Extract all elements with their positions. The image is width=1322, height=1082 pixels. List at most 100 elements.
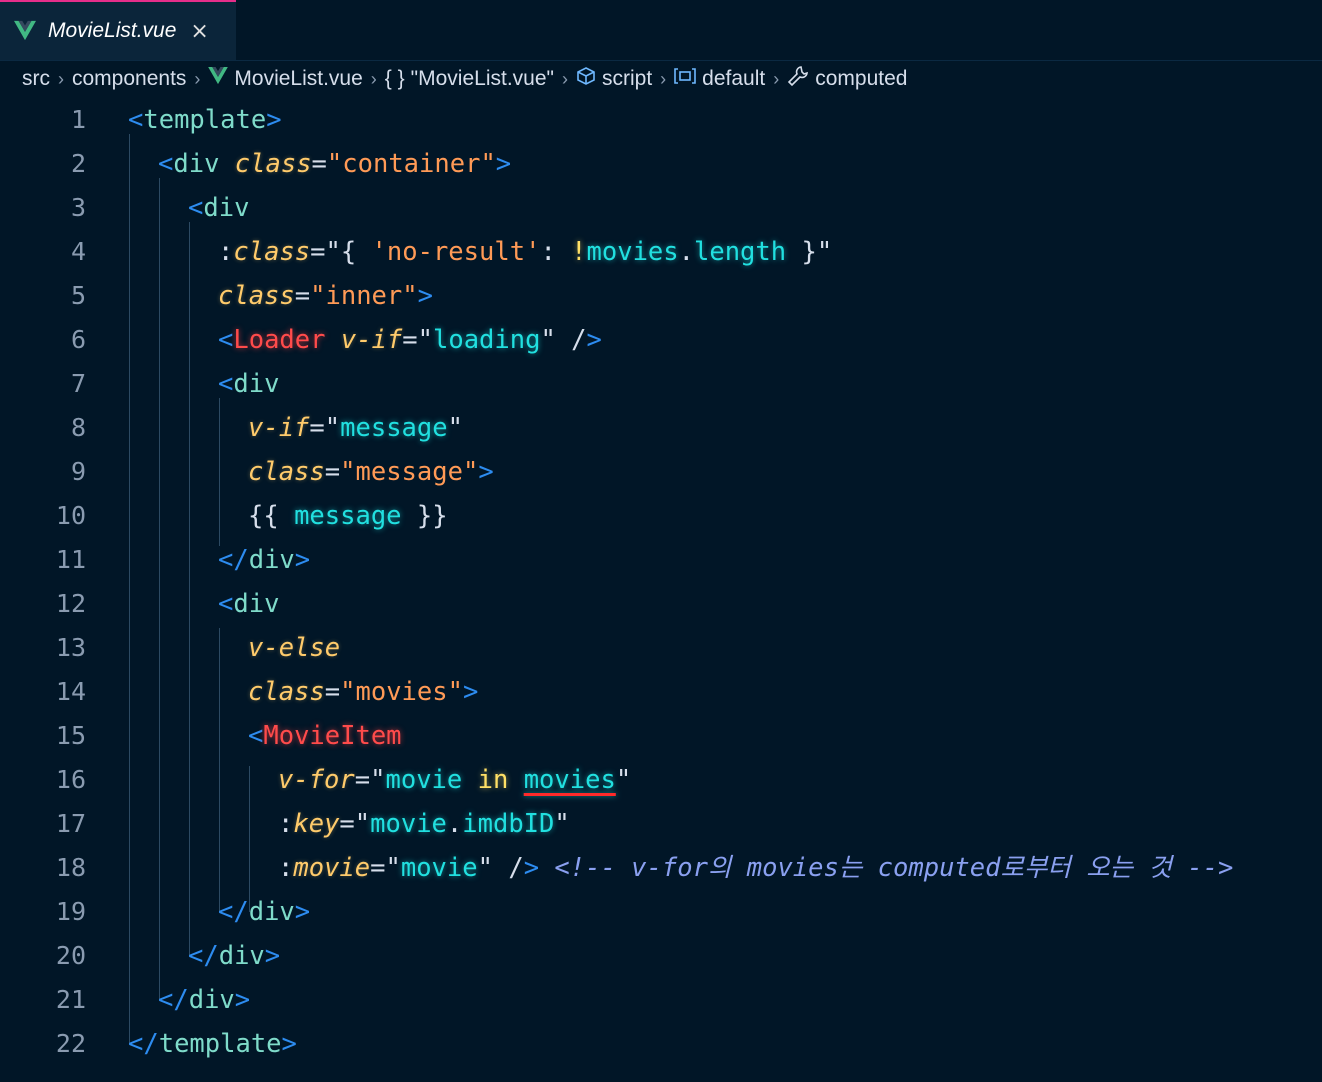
code-line: 22 </template>	[0, 1022, 1322, 1066]
tab-bar: MovieList.vue ×	[0, 0, 1322, 61]
code-text: :class="{ 'no-result': !movies.length }"	[218, 237, 833, 267]
js-identifier: movies	[586, 237, 679, 267]
tag-name: div	[173, 149, 220, 179]
attr-name: class	[233, 237, 311, 267]
code-text: </div>	[158, 985, 251, 1015]
breadcrumb-components[interactable]: components	[72, 67, 186, 91]
code-line: 12 <div	[0, 582, 1322, 626]
component-name: MovieItem	[263, 721, 402, 751]
tag-name: div	[248, 545, 295, 575]
attr-value: message	[355, 457, 463, 487]
code-text: class="movies">	[248, 677, 479, 707]
code-line: 15 <MovieItem	[0, 714, 1322, 758]
vue-file-icon	[208, 67, 229, 91]
line-number: 22	[55, 1029, 86, 1058]
close-icon[interactable]: ×	[190, 19, 208, 44]
code-line: 3 <div	[0, 186, 1322, 230]
code-text: <div	[188, 193, 250, 223]
code-text: class="message">	[248, 457, 494, 487]
attr-name: movie	[293, 853, 371, 883]
js-identifier: message	[294, 501, 402, 531]
code-text: <MovieItem	[248, 721, 402, 751]
line-number: 7	[70, 369, 86, 398]
line-number: 18	[55, 853, 86, 882]
code-line: 7 <div	[0, 362, 1322, 406]
tag-name: template	[143, 105, 267, 135]
chevron-right-icon: ›	[773, 68, 780, 89]
code-text: </template>	[128, 1029, 297, 1059]
code-line: 2 <div class="container">	[0, 142, 1322, 186]
code-line: 16 v-for="movie in movies"	[0, 758, 1322, 802]
code-text: v-if="message"	[248, 413, 463, 443]
tag-name: div	[203, 193, 250, 223]
line-number: 5	[70, 281, 86, 310]
code-line: 8 v-if="message"	[0, 406, 1322, 450]
line-number: 4	[70, 237, 86, 266]
code-text: <div class="container">	[158, 149, 512, 179]
tag-name: div	[218, 941, 265, 971]
code-line: 18 :movie="movie" /> <!-- v-for의 movies는…	[0, 846, 1322, 890]
js-property: length	[694, 237, 787, 267]
code-line: 14 class="movies">	[0, 670, 1322, 714]
line-number: 2	[70, 149, 86, 178]
code-line: 11 </div>	[0, 538, 1322, 582]
attr-name: class	[234, 149, 312, 179]
code-text: </div>	[218, 897, 311, 927]
variable-icon	[674, 67, 696, 91]
code-text: v-else	[248, 626, 340, 670]
code-line: 4 :class="{ 'no-result': !movies.length …	[0, 230, 1322, 274]
code-text: </div>	[188, 941, 281, 971]
js-identifier-error[interactable]: movies	[524, 765, 616, 795]
line-number: 15	[55, 721, 86, 750]
code-text: <template>	[128, 105, 282, 135]
line-number: 14	[55, 677, 86, 706]
tag-name: template	[158, 1029, 282, 1059]
not-operator: !	[571, 237, 587, 267]
attr-value: movies	[355, 677, 448, 707]
line-number: 3	[70, 193, 86, 222]
code-editor[interactable]: 1 <template> 2 <div class="container"> 3…	[0, 98, 1322, 1082]
js-identifier: movie	[370, 809, 447, 839]
code-text: class="inner">	[218, 281, 433, 311]
attr-value: inner	[325, 281, 403, 311]
line-number: 13	[55, 633, 86, 662]
code-comment: <!-- v-for의 movies는 computed로부터 오는 것 -->	[554, 853, 1234, 883]
code-text: <div	[218, 589, 280, 619]
code-line: 5 class="inner">	[0, 274, 1322, 318]
breadcrumb-file[interactable]: MovieList.vue	[234, 67, 362, 91]
code-line: 19 </div>	[0, 890, 1322, 934]
wrench-icon	[787, 65, 809, 93]
code-text: :key="movie.imdbID"	[278, 809, 570, 839]
line-number: 1	[70, 105, 86, 134]
keyword: in	[477, 765, 509, 795]
js-identifier: message	[340, 413, 448, 443]
tab-label: MovieList.vue	[48, 19, 177, 42]
line-number: 8	[70, 413, 86, 442]
code-line: 13 v-else	[0, 626, 1322, 670]
directive-name: v-if	[248, 413, 310, 443]
attr-name: class	[248, 457, 325, 487]
breadcrumb-script[interactable]: script	[602, 67, 652, 91]
js-property: imdbID	[462, 809, 555, 839]
line-number: 16	[55, 765, 86, 794]
breadcrumb-src[interactable]: src	[22, 67, 50, 91]
js-identifier: movie	[400, 853, 478, 883]
code-text: v-for="movie in movies"	[278, 765, 632, 795]
line-number: 11	[55, 545, 86, 574]
directive-name: v-for	[278, 765, 355, 795]
attr-value: container	[342, 149, 481, 179]
breadcrumb-computed[interactable]: computed	[815, 67, 907, 91]
breadcrumb-default[interactable]: default	[702, 67, 765, 91]
breadcrumb-module[interactable]: "MovieList.vue"	[411, 67, 554, 91]
tag-name: div	[188, 985, 235, 1015]
code-line: 10 {{ message }}	[0, 494, 1322, 538]
line-number: 20	[55, 941, 86, 970]
code-line: 6 <Loader v-if="loading" />	[0, 318, 1322, 362]
directive-name: v-if	[340, 325, 403, 355]
attr-name: key	[293, 809, 340, 839]
code-text: :movie="movie" /> <!-- v-for의 movies는 co…	[278, 853, 1234, 883]
object-key: 'no-result'	[371, 237, 541, 267]
code-text: <Loader v-if="loading" />	[218, 325, 602, 355]
line-number: 21	[55, 985, 86, 1014]
tab-movielist[interactable]: MovieList.vue ×	[0, 0, 236, 60]
